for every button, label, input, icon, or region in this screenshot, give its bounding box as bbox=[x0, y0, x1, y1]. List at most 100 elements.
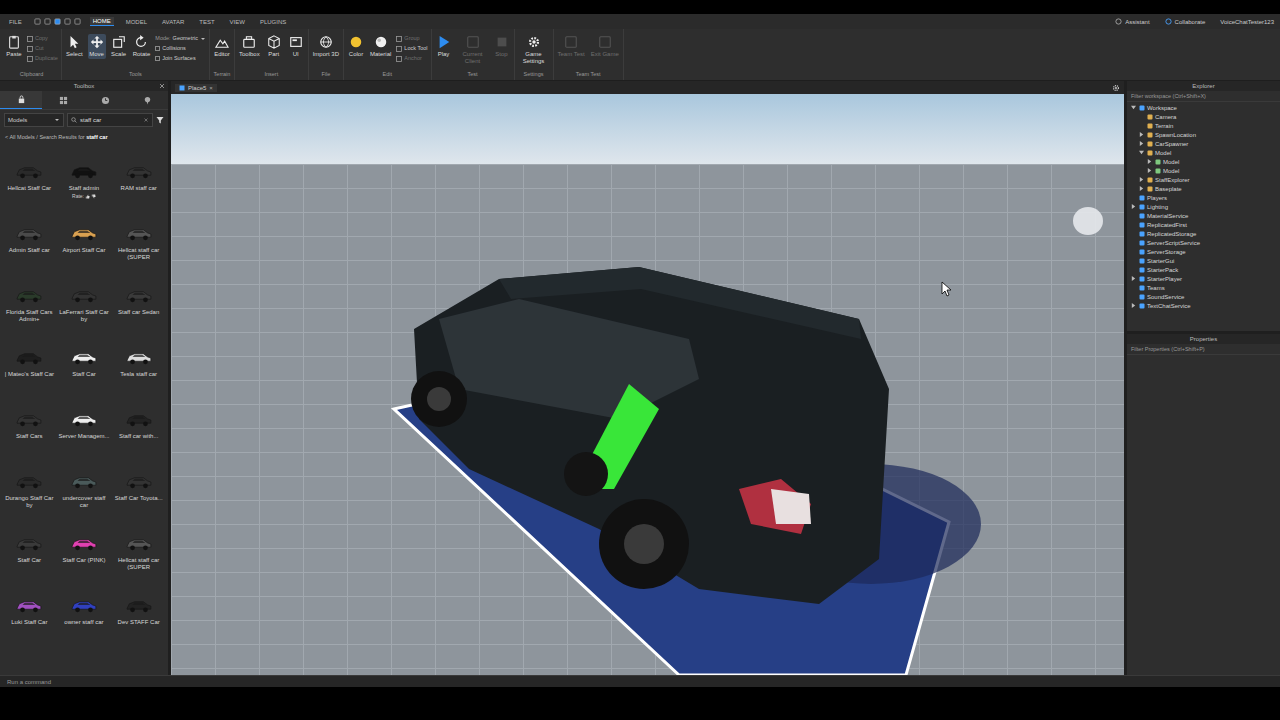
explorer-item[interactable]: MaterialService bbox=[1127, 211, 1280, 220]
ribbon-small-button[interactable]: Anchor bbox=[396, 55, 427, 62]
ribbon-button[interactable]: Rotate bbox=[132, 34, 152, 59]
ribbon-small-button[interactable]: Group bbox=[396, 35, 427, 42]
explorer-item[interactable]: Lighting bbox=[1127, 202, 1280, 211]
collapsed-arrow-icon[interactable] bbox=[1131, 303, 1136, 308]
document-tab[interactable]: Place5 × bbox=[175, 84, 217, 92]
explorer-item[interactable]: StaffExplorer bbox=[1127, 175, 1280, 184]
toolbox-item[interactable]: | Mateo's Staff Car bbox=[2, 348, 57, 408]
thumbs-down-icon[interactable] bbox=[91, 194, 96, 199]
explorer-item[interactable]: Model bbox=[1127, 166, 1280, 175]
explorer-item[interactable]: SoundService bbox=[1127, 292, 1280, 301]
quick-action-icon[interactable] bbox=[54, 18, 61, 25]
menu-item[interactable]: FILE bbox=[6, 18, 25, 26]
menu-right-item[interactable]: VoiceChatTester123 bbox=[1220, 19, 1274, 25]
collapsed-arrow-icon[interactable] bbox=[1139, 177, 1144, 182]
ribbon-button[interactable]: Select bbox=[65, 34, 84, 59]
toolbox-item[interactable]: LaFerrari Staff Car by bbox=[57, 286, 112, 346]
gear-icon[interactable] bbox=[1112, 84, 1120, 92]
toolbox-item[interactable]: Hellcat staff car (SUPER bbox=[111, 534, 166, 594]
collapsed-arrow-icon[interactable] bbox=[1139, 132, 1144, 137]
explorer-item[interactable]: StarterPack bbox=[1127, 265, 1280, 274]
toolbox-item[interactable]: RAM staff car bbox=[111, 162, 166, 222]
toolbox-item[interactable]: Florida Staff Cars Admin+ bbox=[2, 286, 57, 346]
collapsed-arrow-icon[interactable] bbox=[1131, 204, 1136, 209]
ribbon-button[interactable]: Current Client bbox=[457, 34, 489, 66]
ribbon-button[interactable]: Material bbox=[369, 34, 392, 59]
ribbon-button[interactable]: Color bbox=[347, 34, 365, 59]
rating[interactable]: Rate: bbox=[72, 193, 96, 199]
collapsed-arrow-icon[interactable] bbox=[1131, 276, 1136, 281]
ribbon-small-button[interactable]: Cut bbox=[27, 45, 58, 52]
menu-tab[interactable]: PLUGINS bbox=[257, 18, 289, 26]
toolbox-tab[interactable] bbox=[126, 91, 168, 109]
explorer-filter[interactable]: Filter workspace (Ctrl+Shift+X) bbox=[1127, 91, 1280, 102]
ribbon-button[interactable]: Toolbox bbox=[238, 34, 261, 59]
toolbox-item[interactable]: undercover staff car bbox=[57, 472, 112, 532]
toolbox-item[interactable]: Staff car with... bbox=[111, 410, 166, 470]
properties-filter[interactable]: Filter Properties (Ctrl+Shift+P) bbox=[1127, 344, 1280, 355]
ribbon-checkbox[interactable]: Collisions bbox=[155, 45, 206, 52]
search-field[interactable]: staff car bbox=[67, 113, 153, 127]
toolbox-item[interactable]: Durango Staff Car by bbox=[2, 472, 57, 532]
quick-action-icon[interactable] bbox=[44, 18, 51, 25]
ribbon-button[interactable]: Move bbox=[88, 34, 106, 59]
explorer-item[interactable]: ReplicatedStorage bbox=[1127, 229, 1280, 238]
quick-action-icon[interactable] bbox=[34, 18, 41, 25]
quick-action-icon[interactable] bbox=[74, 18, 81, 25]
toolbox-item[interactable]: Dev STAFF Car bbox=[111, 596, 166, 656]
toolbox-item[interactable]: owner staff car bbox=[57, 596, 112, 656]
explorer-item[interactable]: SpawnLocation bbox=[1127, 130, 1280, 139]
checkbox[interactable] bbox=[155, 56, 160, 61]
admin-car[interactable] bbox=[411, 267, 889, 604]
expanded-arrow-icon[interactable] bbox=[1131, 105, 1136, 110]
toolbox-item[interactable]: Admin Staff car bbox=[2, 224, 57, 284]
toolbox-item[interactable]: Staff Car bbox=[2, 534, 57, 594]
explorer-item[interactable]: Model bbox=[1127, 148, 1280, 157]
toolbox-item[interactable]: Staff Car bbox=[57, 348, 112, 408]
menu-tab[interactable]: MODEL bbox=[123, 18, 150, 26]
ribbon-button[interactable]: Editor bbox=[213, 34, 231, 59]
thumbs-up-icon[interactable] bbox=[85, 194, 90, 199]
toolbox-tab[interactable] bbox=[42, 91, 84, 109]
explorer-item[interactable]: Teams bbox=[1127, 283, 1280, 292]
ribbon-button[interactable]: Paste bbox=[5, 34, 23, 59]
toolbox-item[interactable]: Luki Staff Car bbox=[2, 596, 57, 656]
menu-tab[interactable]: HOME bbox=[90, 17, 114, 26]
quick-action-icon[interactable] bbox=[64, 18, 71, 25]
explorer-item[interactable]: Terrain bbox=[1127, 121, 1280, 130]
explorer-item[interactable]: Workspace bbox=[1127, 103, 1280, 112]
explorer-item[interactable]: CarSpawner bbox=[1127, 139, 1280, 148]
ribbon-button[interactable]: Team Test bbox=[557, 34, 586, 59]
explorer-item[interactable]: ServerStorage bbox=[1127, 247, 1280, 256]
toolbox-item[interactable]: Server Managem... bbox=[57, 410, 112, 470]
explorer-item[interactable]: StarterGui bbox=[1127, 256, 1280, 265]
ribbon-button[interactable]: Scale bbox=[110, 34, 128, 59]
explorer-item[interactable]: TextChatService bbox=[1127, 301, 1280, 310]
menu-tab[interactable]: TEST bbox=[196, 18, 217, 26]
ribbon-button[interactable]: Part bbox=[265, 34, 283, 59]
menu-tab[interactable]: VIEW bbox=[227, 18, 248, 26]
ribbon-small-button[interactable]: Lock Tool bbox=[396, 45, 427, 52]
ribbon-button[interactable]: Play bbox=[435, 34, 453, 59]
toolbox-item[interactable]: Staff car Sedan bbox=[111, 286, 166, 346]
toolbox-tab[interactable] bbox=[0, 91, 42, 109]
close-icon[interactable] bbox=[159, 83, 165, 89]
category-dropdown[interactable]: Models bbox=[4, 113, 64, 127]
toolbox-item[interactable]: Hellcat Staff Car bbox=[2, 162, 57, 222]
ribbon-button[interactable]: Import 3D bbox=[312, 34, 340, 59]
ribbon-small-button[interactable]: Duplicate bbox=[27, 55, 58, 62]
explorer-item[interactable]: ReplicatedFirst bbox=[1127, 220, 1280, 229]
toolbox-item[interactable]: Staff Cars bbox=[2, 410, 57, 470]
toolbox-tab[interactable] bbox=[84, 91, 126, 109]
ribbon-checkbox[interactable]: Join Surfaces bbox=[155, 55, 206, 62]
collapsed-arrow-icon[interactable] bbox=[1139, 141, 1144, 146]
filter-icon[interactable] bbox=[156, 116, 164, 124]
toolbox-item[interactable]: Airport Staff Car bbox=[57, 224, 112, 284]
command-bar[interactable]: Run a command bbox=[0, 675, 1280, 687]
explorer-item[interactable]: Model bbox=[1127, 157, 1280, 166]
menu-right-item[interactable]: Collaborate bbox=[1165, 18, 1206, 25]
close-tab-button[interactable]: × bbox=[209, 85, 213, 91]
mode-dropdown[interactable]: Mode:Geometric bbox=[155, 35, 206, 42]
explorer-item[interactable]: Camera bbox=[1127, 112, 1280, 121]
clear-icon[interactable] bbox=[143, 117, 149, 123]
